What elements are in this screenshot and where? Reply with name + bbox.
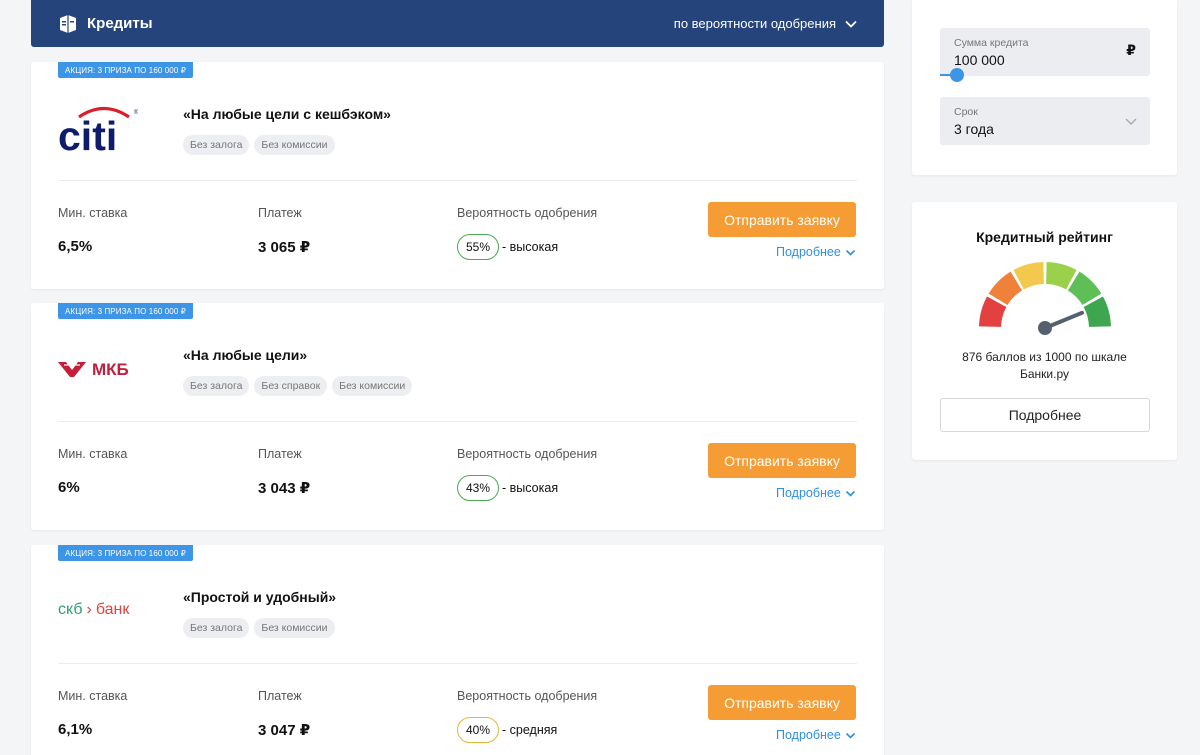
credits-icon (60, 14, 76, 33)
loan-calculator-panel: Сумма кредита 100 000 ₽ Срок 3 года (912, 0, 1177, 175)
probability-pill: 55% (457, 234, 500, 260)
tag-list: Без залога Без комиссии (183, 618, 335, 638)
term-value: 3 года (954, 121, 994, 137)
sort-label: по вероятности одобрения (673, 16, 836, 31)
chevron-right-icon: › (86, 601, 92, 618)
svg-text:®: ® (134, 109, 138, 116)
chevron-down-icon (845, 490, 855, 497)
promo-badge[interactable]: Акция: 3 приза по 160 000 ₽ (58, 545, 193, 561)
divider (58, 663, 857, 664)
more-label: Подробнее (776, 486, 841, 500)
probability-pill: 40% (457, 717, 500, 743)
gauge-segment (988, 271, 1023, 306)
tag: Без комиссии (254, 135, 335, 155)
rating-title: Кредитный рейтинг (976, 229, 1113, 245)
payment-value: 3 065 ₽ (258, 239, 311, 256)
tag: Без комиссии (332, 376, 413, 396)
probability-indicator: 55% - высокая (457, 234, 558, 260)
rate-label: Мин. ставка (58, 447, 128, 461)
payment-value: 3 047 ₽ (258, 722, 311, 739)
product-name[interactable]: «На любые цели» (183, 347, 307, 363)
page-header: Кредиты по вероятности одобрения (31, 0, 884, 47)
tag: Без залога (183, 376, 250, 396)
probability-level: - средняя (502, 723, 558, 737)
gauge-segment (1067, 271, 1102, 306)
tag: Без залога (183, 135, 250, 155)
bank-logo-skb: скб › банк (58, 585, 173, 635)
probability-label: Вероятность одобрения (457, 206, 598, 220)
currency-symbol: ₽ (1126, 42, 1136, 58)
credit-rating-panel: Кредитный рейтинг 876 баллов из 1000 по … (912, 202, 1177, 460)
rate-label: Мин. ставка (58, 206, 128, 220)
probability-label: Вероятность одобрения (457, 689, 598, 703)
offer-card-citi: Акция: 3 приза по 160 000 ₽ ® citi «На л… (31, 62, 884, 289)
sort-dropdown[interactable]: по вероятности одобрения (674, 16, 858, 31)
more-label: Подробнее (776, 245, 841, 259)
product-name[interactable]: «Простой и удобный» (183, 589, 336, 605)
page-title: Кредиты (87, 15, 153, 32)
tag: Без комиссии (254, 618, 335, 638)
term-label: Срок (954, 106, 978, 118)
product-name[interactable]: «На любые цели с кешбэком» (183, 106, 391, 122)
amount-slider-handle[interactable] (950, 68, 964, 82)
rate-label: Мин. ставка (58, 689, 128, 703)
svg-text:МКБ: МКБ (92, 360, 129, 379)
tag: Без залога (183, 618, 250, 638)
tag-list: Без залога Без комиссии (183, 135, 335, 155)
chevron-down-icon (845, 249, 855, 256)
chevron-down-icon (845, 732, 855, 739)
apply-button[interactable]: Отправить заявку (708, 685, 856, 720)
more-label: Подробнее (776, 728, 841, 742)
amount-input[interactable]: 100 000 (954, 52, 1136, 68)
divider (58, 421, 857, 422)
credit-rating-gauge (979, 262, 1111, 335)
amount-field[interactable]: Сумма кредита 100 000 ₽ (940, 28, 1150, 76)
gauge-hub (1038, 321, 1052, 335)
more-link[interactable]: Подробнее (776, 245, 856, 259)
promo-badge[interactable]: Акция: 3 приза по 160 000 ₽ (58, 62, 193, 78)
rate-value: 6,5% (58, 238, 93, 255)
svg-text:citi: citi (58, 113, 117, 152)
probability-level: - высокая (502, 240, 559, 254)
probability-indicator: 40% - средняя (457, 717, 557, 743)
promo-badge[interactable]: Акция: 3 приза по 160 000 ₽ (58, 303, 193, 319)
bank-logo-prefix: скб (58, 601, 83, 618)
probability-indicator: 43% - высокая (457, 475, 558, 501)
probability-label: Вероятность одобрения (457, 447, 598, 461)
apply-button[interactable]: Отправить заявку (708, 202, 856, 237)
bank-logo-mkb: МКБ (58, 343, 173, 393)
rating-details-button[interactable]: Подробнее (940, 398, 1150, 432)
payment-label: Платеж (258, 206, 302, 220)
probability-level: - высокая (502, 481, 559, 495)
more-link[interactable]: Подробнее (776, 728, 856, 742)
amount-label: Сумма кредита (954, 37, 1029, 49)
apply-button[interactable]: Отправить заявку (708, 443, 856, 478)
offer-card-skb: Акция: 3 приза по 160 000 ₽ скб › банк «… (31, 545, 884, 755)
payment-label: Платеж (258, 447, 302, 461)
probability-pill: 43% (457, 475, 500, 501)
tag: Без справок (254, 376, 328, 396)
bank-logo-citi: ® citi (58, 102, 173, 152)
chevron-down-icon (1125, 118, 1137, 125)
payment-value: 3 043 ₽ (258, 480, 311, 497)
rating-score-text: 876 баллов из 1000 по шкале Банки.ру (962, 350, 1127, 381)
offer-card-mkb: Акция: 3 приза по 160 000 ₽ МКБ «На любы… (31, 303, 884, 530)
rate-value: 6,1% (58, 721, 93, 738)
divider (58, 180, 857, 181)
bank-logo-suffix: банк (95, 601, 130, 618)
rate-value: 6% (58, 479, 80, 496)
more-link[interactable]: Подробнее (776, 486, 856, 500)
tag-list: Без залога Без справок Без комиссии (183, 376, 413, 396)
chevron-down-icon (845, 20, 857, 28)
payment-label: Платеж (258, 689, 302, 703)
term-select[interactable]: Срок 3 года (940, 97, 1150, 145)
